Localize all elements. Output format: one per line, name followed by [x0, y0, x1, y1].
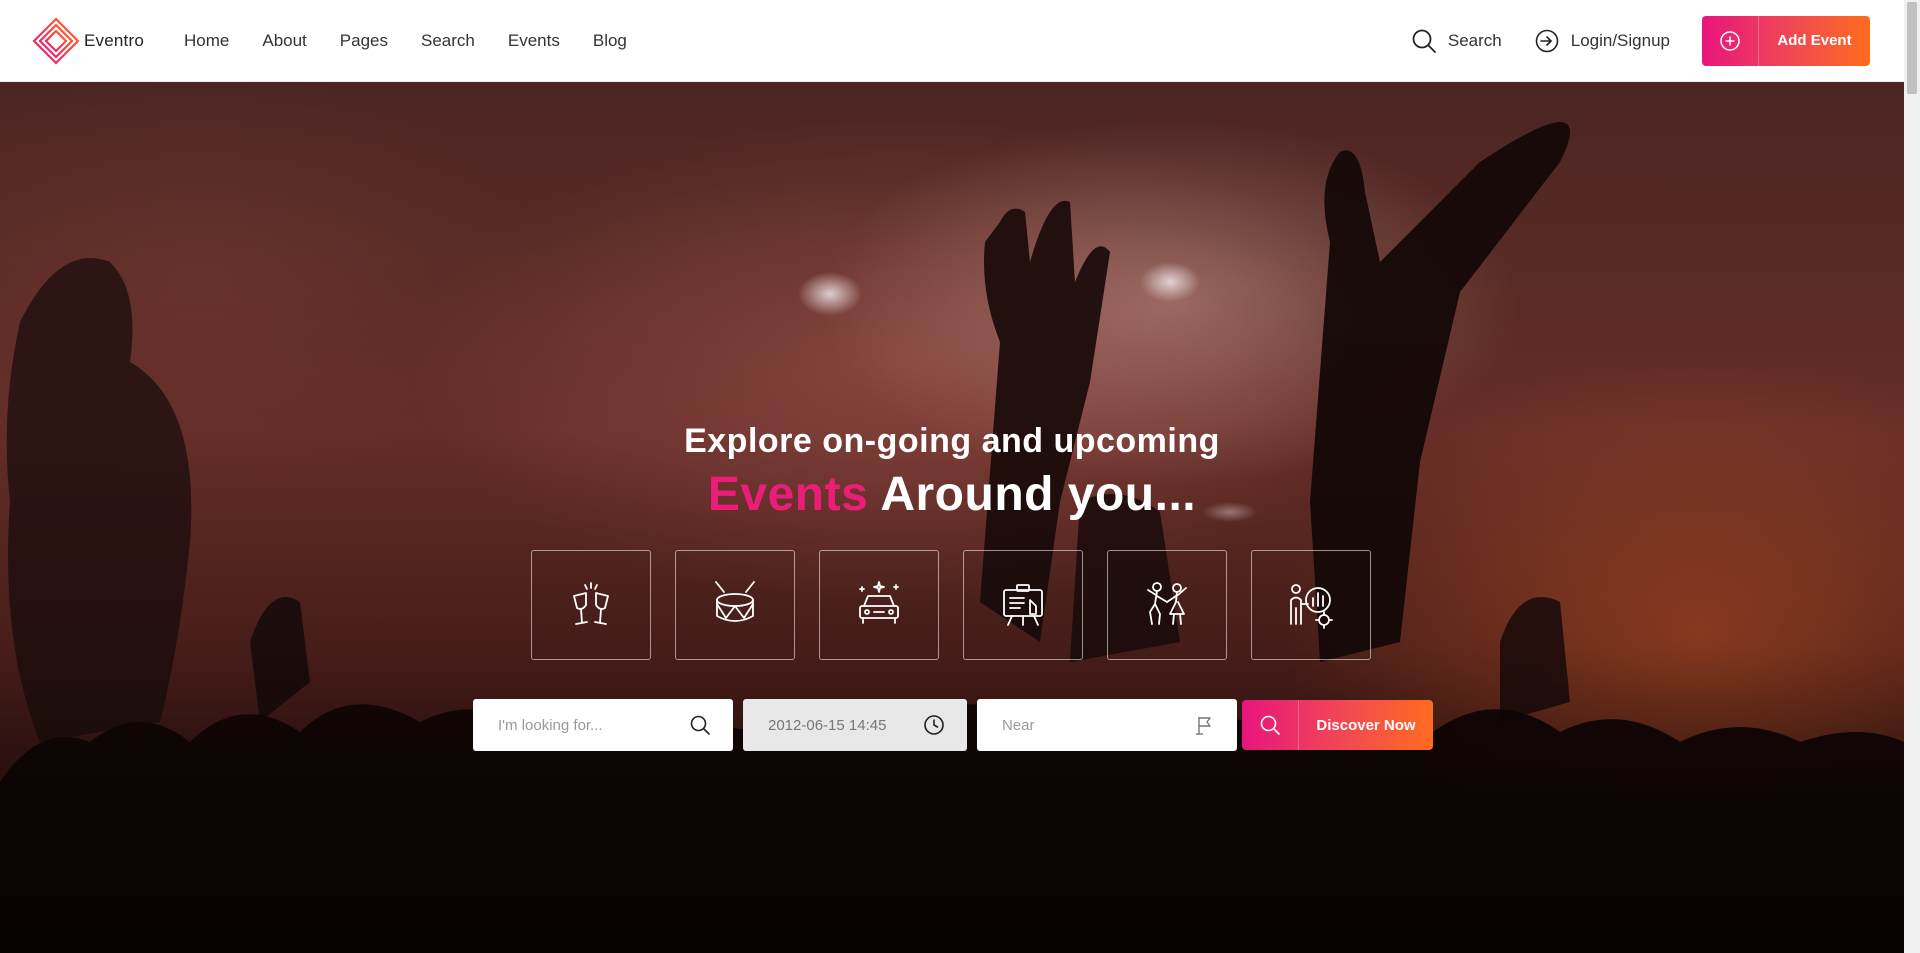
page: Eventro Home About Pages Search Events B… [0, 0, 1920, 953]
page-scrollbar[interactable] [1904, 0, 1920, 953]
drum-icon [715, 581, 755, 622]
category-tile-music[interactable] [675, 550, 795, 660]
discover-icon-wrap [1242, 700, 1299, 750]
looking-for-input[interactable] [498, 716, 689, 734]
near-input[interactable] [1002, 716, 1193, 734]
login-icon [1535, 29, 1559, 52]
plus-circle-icon [1720, 30, 1740, 51]
category-tile-auto[interactable] [819, 550, 939, 660]
date-time-field[interactable] [743, 699, 967, 751]
category-tile-business[interactable] [1251, 550, 1371, 660]
flag-icon [1196, 717, 1211, 735]
nav-events[interactable]: Events [508, 31, 560, 51]
logo-mark-icon [32, 16, 80, 65]
login-signup-label: Login/Signup [1570, 30, 1670, 50]
logo[interactable]: Eventro [32, 16, 144, 65]
date-time-input[interactable] [768, 716, 923, 734]
nav-pages[interactable]: Pages [340, 31, 388, 51]
presentation-board-icon [1003, 584, 1043, 626]
add-event-button[interactable]: Add Event [1702, 15, 1870, 66]
login-signup-link[interactable]: Login/Signup [1534, 28, 1670, 54]
header-actions: Search Login/Signup Add Event [1411, 15, 1870, 66]
gears-analytics-icon [1290, 584, 1333, 629]
hero-title-rest: Around you... [880, 468, 1197, 521]
champagne-glasses-icon [573, 582, 609, 625]
dancing-couple-icon [1147, 582, 1187, 625]
hero-subtitle: Explore on-going and upcoming [684, 422, 1220, 460]
header-search-link[interactable]: Search [1411, 28, 1502, 54]
scrollbar-thumb[interactable] [1907, 2, 1917, 94]
nav-home[interactable]: Home [184, 31, 229, 51]
nav-blog[interactable]: Blog [593, 31, 627, 51]
add-event-icon-wrap [1702, 15, 1759, 66]
looking-for-field[interactable] [473, 699, 733, 751]
search-icon [690, 715, 710, 735]
category-tile-conference[interactable] [963, 550, 1083, 660]
hero-title-accent: Events [707, 468, 869, 521]
header-search-label: Search [1447, 30, 1502, 50]
discover-now-button[interactable]: Discover Now [1242, 700, 1433, 750]
nav-about[interactable]: About [262, 31, 306, 51]
category-tile-party[interactable] [531, 550, 651, 660]
category-tiles [531, 550, 1371, 660]
search-icon [1260, 715, 1280, 735]
car-icon [859, 581, 899, 624]
near-location-field[interactable] [977, 699, 1237, 751]
clock-icon [924, 715, 944, 735]
hero-section: Explore on-going and upcoming Events Aro… [0, 82, 1904, 953]
nav-search[interactable]: Search [421, 31, 475, 51]
logo-text: Eventro [84, 30, 144, 50]
event-search-bar: Discover Now [473, 699, 1433, 751]
site-header: Eventro Home About Pages Search Events B… [0, 0, 1904, 82]
discover-now-label: Discover Now [1316, 716, 1416, 734]
category-tile-dance[interactable] [1107, 550, 1227, 660]
add-event-label: Add Event [1777, 32, 1852, 49]
main-nav: Home About Pages Search Events Blog [184, 31, 660, 51]
search-icon [1412, 29, 1436, 53]
hero-title: Events Around you... [0, 467, 1904, 522]
